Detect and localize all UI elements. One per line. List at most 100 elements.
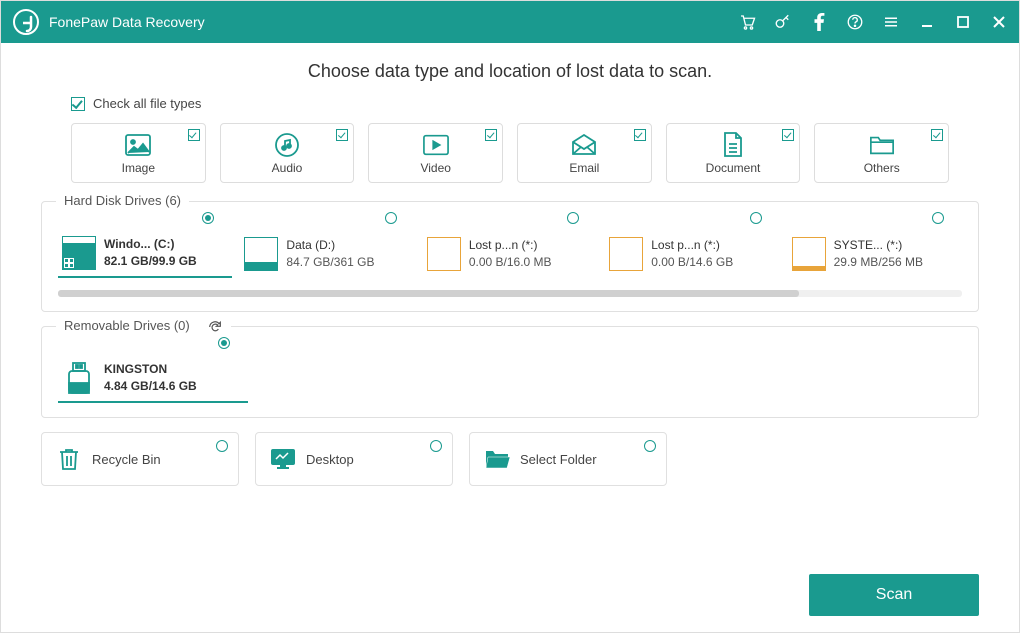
minimize-icon[interactable] bbox=[917, 12, 937, 32]
key-icon[interactable] bbox=[773, 12, 793, 32]
drive-lost-2[interactable]: Lost p...n (*:) 0.00 B/14.6 GB bbox=[605, 230, 779, 278]
drives-list: Windo... (C:) 82.1 GB/99.9 GB Data (D:) … bbox=[58, 230, 962, 278]
open-folder-icon bbox=[484, 446, 510, 472]
drive-name: Lost p...n (*:) bbox=[469, 237, 552, 254]
section-label: Removable Drives (0) bbox=[56, 318, 231, 335]
file-types-row: Image Audio Video Email Document bbox=[41, 123, 979, 183]
document-icon bbox=[720, 132, 746, 158]
drive-info: Lost p...n (*:) 0.00 B/16.0 MB bbox=[469, 237, 552, 271]
drive-size: 29.9 MB/256 MB bbox=[834, 254, 923, 271]
radio-icon[interactable] bbox=[202, 212, 214, 224]
file-type-label: Video bbox=[420, 161, 450, 175]
drive-info: SYSTE... (*:) 29.9 MB/256 MB bbox=[834, 237, 923, 271]
app-title: FonePaw Data Recovery bbox=[49, 14, 737, 30]
drive-info: KINGSTON 4.84 GB/14.6 GB bbox=[104, 361, 197, 395]
drive-size: 0.00 B/16.0 MB bbox=[469, 254, 552, 271]
folder-icon bbox=[869, 132, 895, 158]
drive-info: Windo... (C:) 82.1 GB/99.9 GB bbox=[104, 236, 197, 270]
drive-d[interactable]: Data (D:) 84.7 GB/361 GB bbox=[240, 230, 414, 278]
checkbox-icon[interactable] bbox=[188, 129, 200, 141]
checkbox-icon[interactable] bbox=[782, 129, 794, 141]
footer: Scan bbox=[1, 574, 1019, 632]
file-type-image[interactable]: Image bbox=[71, 123, 206, 183]
file-type-document[interactable]: Document bbox=[666, 123, 801, 183]
drive-system[interactable]: SYSTE... (*:) 29.9 MB/256 MB bbox=[788, 230, 962, 278]
desktop-icon bbox=[270, 446, 296, 472]
file-type-label: Others bbox=[864, 161, 900, 175]
menu-icon[interactable] bbox=[881, 12, 901, 32]
drive-size: 82.1 GB/99.9 GB bbox=[104, 253, 197, 270]
radio-icon[interactable] bbox=[644, 440, 656, 452]
location-desktop[interactable]: Desktop bbox=[255, 432, 453, 486]
removable-section: Removable Drives (0) KINGSTON 4.84 GB/14… bbox=[41, 326, 979, 418]
file-type-others[interactable]: Others bbox=[814, 123, 949, 183]
drive-info: Lost p...n (*:) 0.00 B/14.6 GB bbox=[651, 237, 733, 271]
main-content: Choose data type and location of lost da… bbox=[1, 43, 1019, 574]
checkbox-icon[interactable] bbox=[634, 129, 646, 141]
drive-icon bbox=[792, 237, 826, 271]
radio-icon[interactable] bbox=[385, 212, 397, 224]
drive-icon bbox=[609, 237, 643, 271]
location-select-folder[interactable]: Select Folder bbox=[469, 432, 667, 486]
removable-label-text: Removable Drives (0) bbox=[64, 318, 190, 333]
location-recycle-bin[interactable]: Recycle Bin bbox=[41, 432, 239, 486]
checkbox-icon[interactable] bbox=[336, 129, 348, 141]
close-icon[interactable] bbox=[989, 12, 1009, 32]
removable-list: KINGSTON 4.84 GB/14.6 GB bbox=[58, 355, 962, 403]
radio-icon[interactable] bbox=[216, 440, 228, 452]
drive-icon bbox=[427, 237, 461, 271]
drive-c[interactable]: Windo... (C:) 82.1 GB/99.9 GB bbox=[58, 230, 232, 278]
file-type-video[interactable]: Video bbox=[368, 123, 503, 183]
drive-name: Data (D:) bbox=[286, 237, 374, 254]
radio-icon[interactable] bbox=[750, 212, 762, 224]
file-type-audio[interactable]: Audio bbox=[220, 123, 355, 183]
location-label: Desktop bbox=[306, 452, 354, 467]
file-type-label: Email bbox=[569, 161, 599, 175]
app-window: FonePaw Data Recovery Choose data type a… bbox=[0, 0, 1020, 633]
drive-lost-1[interactable]: Lost p...n (*:) 0.00 B/16.0 MB bbox=[423, 230, 597, 278]
maximize-icon[interactable] bbox=[953, 12, 973, 32]
file-type-label: Document bbox=[706, 161, 761, 175]
locations-row: Recycle Bin Desktop Select Folder bbox=[41, 432, 979, 486]
location-label: Select Folder bbox=[520, 452, 597, 467]
drive-name: Lost p...n (*:) bbox=[651, 237, 733, 254]
scrollbar-thumb[interactable] bbox=[58, 290, 799, 297]
hard-disk-section: Hard Disk Drives (6) Windo... (C:) 82.1 … bbox=[41, 201, 979, 312]
page-heading: Choose data type and location of lost da… bbox=[41, 61, 979, 82]
app-logo bbox=[11, 7, 41, 37]
check-all-label: Check all file types bbox=[93, 96, 201, 111]
titlebar: FonePaw Data Recovery bbox=[1, 1, 1019, 43]
checkbox-icon[interactable] bbox=[485, 129, 497, 141]
horizontal-scrollbar[interactable] bbox=[58, 290, 962, 297]
drive-info: Data (D:) 84.7 GB/361 GB bbox=[286, 237, 374, 271]
radio-icon[interactable] bbox=[430, 440, 442, 452]
facebook-icon[interactable] bbox=[809, 12, 829, 32]
checkbox-icon[interactable] bbox=[931, 129, 943, 141]
radio-icon[interactable] bbox=[218, 337, 230, 349]
file-type-label: Image bbox=[122, 161, 155, 175]
check-all-checkbox[interactable] bbox=[71, 97, 85, 111]
drive-name: Windo... (C:) bbox=[104, 236, 197, 253]
drive-name: KINGSTON bbox=[104, 361, 197, 378]
drive-size: 84.7 GB/361 GB bbox=[286, 254, 374, 271]
drive-icon bbox=[244, 237, 278, 271]
trash-icon bbox=[56, 446, 82, 472]
cart-icon[interactable] bbox=[737, 12, 757, 32]
drive-icon bbox=[62, 236, 96, 270]
file-type-email[interactable]: Email bbox=[517, 123, 652, 183]
drive-size: 4.84 GB/14.6 GB bbox=[104, 378, 197, 395]
drive-size: 0.00 B/14.6 GB bbox=[651, 254, 733, 271]
radio-icon[interactable] bbox=[567, 212, 579, 224]
section-label: Hard Disk Drives (6) bbox=[56, 193, 189, 208]
email-icon bbox=[571, 132, 597, 158]
check-all-file-types[interactable]: Check all file types bbox=[71, 96, 979, 111]
scan-button[interactable]: Scan bbox=[809, 574, 979, 616]
drive-kingston[interactable]: KINGSTON 4.84 GB/14.6 GB bbox=[58, 355, 248, 403]
refresh-icon[interactable] bbox=[207, 319, 223, 335]
video-icon bbox=[423, 132, 449, 158]
usb-icon bbox=[62, 361, 96, 395]
radio-icon[interactable] bbox=[932, 212, 944, 224]
titlebar-controls bbox=[737, 12, 1009, 32]
help-icon[interactable] bbox=[845, 12, 865, 32]
drive-name: SYSTE... (*:) bbox=[834, 237, 923, 254]
